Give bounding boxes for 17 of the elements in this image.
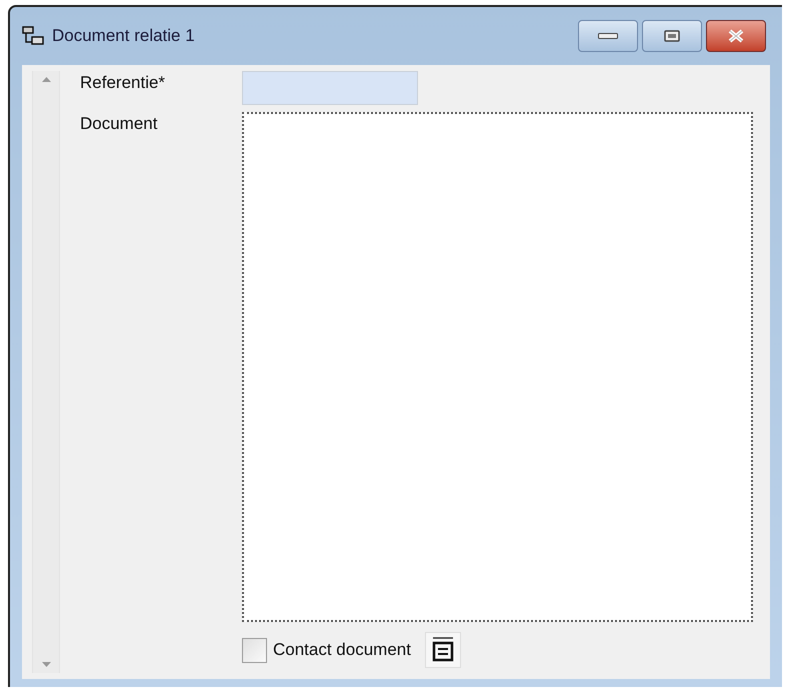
maximize-icon: [664, 30, 680, 42]
minimize-button[interactable]: [578, 20, 638, 52]
form-icon: [430, 637, 455, 663]
checkbox[interactable]: [242, 638, 267, 662]
field-label: Document: [79, 113, 158, 135]
minimize-icon: [598, 33, 618, 39]
scroll-up-arrow-icon[interactable]: [42, 77, 50, 82]
window-icon: [22, 26, 44, 46]
close-button[interactable]: [706, 20, 766, 52]
form-button[interactable]: [424, 632, 461, 668]
checkbox-label: Contact document: [273, 639, 411, 662]
window-title: Document relatie 1: [52, 25, 195, 48]
input-field[interactable]: [242, 71, 418, 105]
maximize-button[interactable]: [642, 20, 702, 52]
scroll-down-arrow-icon[interactable]: [42, 662, 50, 667]
close-icon: [727, 29, 745, 43]
field-label: Referentie*: [79, 72, 166, 94]
